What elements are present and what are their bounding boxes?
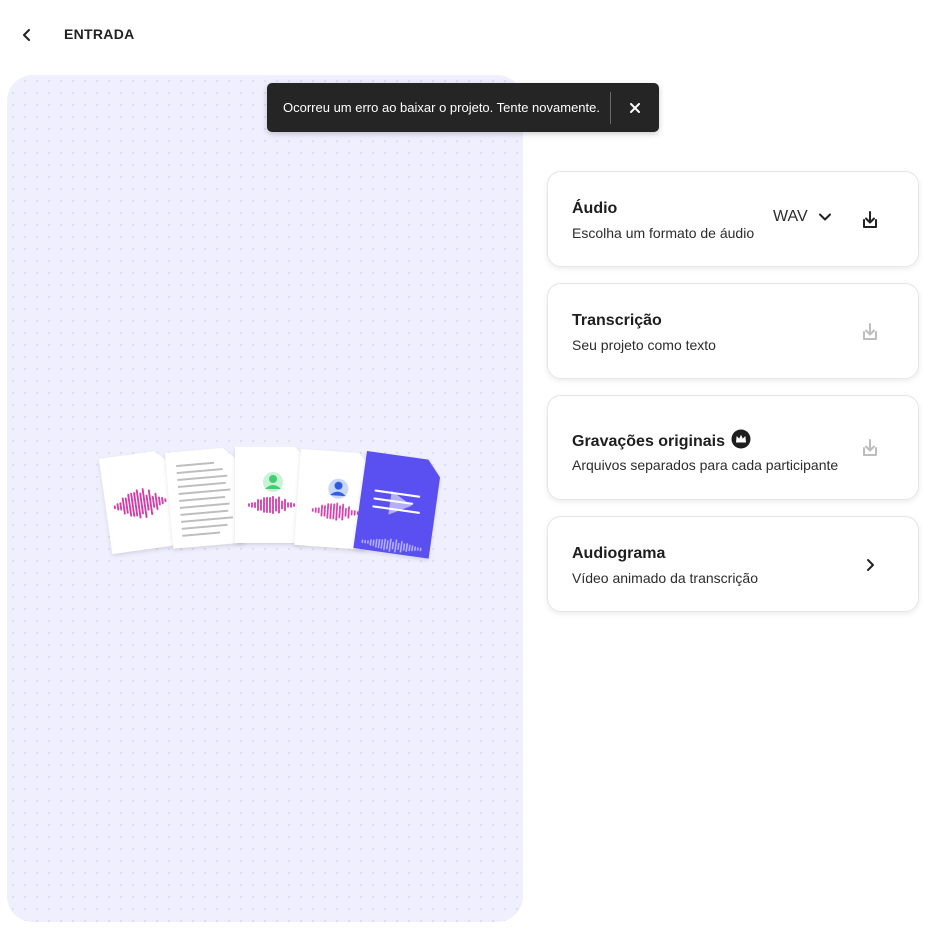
toast-close-button[interactable] <box>611 83 659 132</box>
export-card-transcription: Transcrição Seu projeto como texto <box>547 283 919 379</box>
error-toast: Ocorreu um erro ao baixar o projeto. Ten… <box>267 83 659 132</box>
download-icon <box>863 211 877 228</box>
export-card-audio: Áudio Escolha um formato de áudio WAV <box>547 171 919 267</box>
download-icon <box>863 323 877 340</box>
toast-message: Ocorreu um erro ao baixar o projeto. Ten… <box>283 100 600 115</box>
export-card-original-recordings: Gravações originais Arquivos separados p… <box>547 395 919 500</box>
card-subtitle: Vídeo animado da transcrição <box>572 570 758 586</box>
download-audio-button[interactable] <box>856 206 884 234</box>
open-audiogram-button[interactable] <box>856 551 884 579</box>
export-files-illustration <box>99 447 441 559</box>
download-original-recordings-button[interactable] <box>856 434 884 462</box>
card-subtitle: Seu projeto como texto <box>572 337 716 353</box>
card-subtitle: Escolha um formato de áudio <box>572 225 755 241</box>
chevron-right-icon <box>867 559 874 571</box>
preview-panel <box>7 75 523 922</box>
chevron-left-icon <box>23 29 30 41</box>
card-title-text: Gravações originais <box>572 433 725 450</box>
format-value: WAV <box>773 208 808 225</box>
back-button[interactable] <box>14 22 40 48</box>
close-icon <box>630 102 640 113</box>
chevron-down-icon <box>818 213 831 221</box>
card-title: Áudio <box>572 200 618 217</box>
card-title: Transcrição <box>572 312 662 329</box>
audio-format-select[interactable]: WAV <box>773 208 832 226</box>
premium-crown-icon <box>731 429 751 449</box>
download-icon <box>863 439 877 456</box>
card-subtitle: Arquivos separados para cada participant… <box>572 457 839 473</box>
card-title: Gravações originais <box>572 429 751 451</box>
download-transcription-button[interactable] <box>856 318 884 346</box>
export-card-audiogram[interactable]: Audiograma Vídeo animado da transcrição <box>547 516 919 612</box>
card-title: Audiograma <box>572 545 666 562</box>
top-bar: ENTRADA <box>0 0 942 70</box>
page-title: ENTRADA <box>64 26 135 42</box>
